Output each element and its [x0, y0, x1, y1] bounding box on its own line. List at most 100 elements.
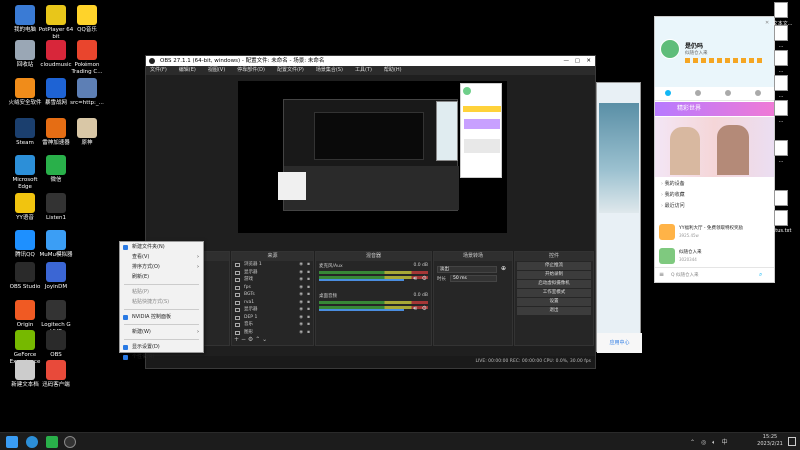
obs-menu-item[interactable]: 视图(V) — [208, 67, 225, 73]
obs-menu-item[interactable]: 工具(T) — [355, 67, 372, 73]
tab-messages-icon[interactable] — [665, 90, 671, 96]
transitions-dock[interactable]: 场景转场 淡出 ⊕ 时长 50 ms — [433, 251, 513, 346]
desktop-file-icon[interactable]: ... — [766, 140, 796, 164]
desktop-icon[interactable]: MuMu模拟器 — [36, 230, 76, 259]
obs-preview[interactable] — [238, 81, 507, 233]
taskbar-clock[interactable]: 15:25 2023/2/21 — [755, 434, 785, 448]
tray-chevron-icon[interactable]: ⌃ — [690, 439, 695, 446]
visibility-eye-icon[interactable]: ◉ — [299, 261, 303, 269]
context-menu-item[interactable]: 新建文件夹(N) — [120, 242, 203, 252]
duration-input[interactable]: 50 ms — [450, 275, 497, 282]
remove-source-icon[interactable]: − — [241, 336, 246, 343]
minimize-button[interactable]: — — [564, 56, 570, 66]
wechat-taskbar-icon[interactable] — [46, 436, 58, 448]
visibility-eye-icon[interactable]: ◉ — [299, 291, 303, 299]
visibility-eye-icon[interactable]: ◉ — [299, 321, 303, 329]
desktop-icon[interactable]: 迅码客户端 — [36, 360, 76, 389]
start-icon[interactable] — [6, 436, 18, 448]
control-button[interactable]: 设置 — [517, 298, 591, 306]
lock-icon[interactable]: ▪ — [307, 269, 310, 277]
desktop-icon[interactable]: 原神 — [67, 118, 107, 147]
desktop-icon[interactable]: JoyinDM — [36, 262, 76, 291]
desktop-file-icon[interactable]: ... — [766, 100, 796, 124]
visibility-eye-icon[interactable]: ◉ — [299, 314, 303, 322]
source-list[interactable]: 浏览器 1 ◉ ▪ 显示器 ◉ ▪ 游戏 ◉ ▪ fps ◉ ▪ BGTs ◉ ▪ rva1 ◉ ▪ 显示器 ◉ ▪ DE… — [232, 261, 313, 336]
context-menu-item[interactable]: NVIDIA 控制面板 — [120, 312, 203, 322]
lock-icon[interactable]: ▪ — [307, 314, 310, 322]
qq-group-item[interactable]: › 我的设备 — [661, 180, 685, 187]
context-menu-item[interactable]: 个性化(R) — [120, 352, 203, 362]
tab-groups-icon[interactable] — [725, 90, 731, 96]
speaker-icon[interactable]: 🔊︎ — [413, 305, 417, 313]
add-source-icon[interactable]: + — [234, 336, 239, 343]
desktop-context-menu[interactable]: 新建文件夹(N) 查看(V) › 排序方式(O) › 刷新(E) 粘贴(P) 粘贴快捷方式(S… — [119, 241, 204, 360]
control-button[interactable]: 启动虚拟摄像机 — [517, 280, 591, 288]
lock-icon[interactable]: ▪ — [307, 329, 310, 337]
tab-contacts-icon[interactable] — [695, 90, 701, 96]
notification-icon[interactable] — [788, 437, 796, 446]
context-menu-item[interactable]: 显示设置(D) — [120, 342, 203, 352]
desktop-icon[interactable]: 微信 — [36, 155, 76, 184]
source-item[interactable]: 音乐 ◉ ▪ — [232, 321, 313, 329]
visibility-eye-icon[interactable]: ◉ — [299, 276, 303, 284]
move-up-icon[interactable]: ⌃ — [255, 336, 260, 343]
tab-apps-icon[interactable] — [755, 90, 761, 96]
search-icon[interactable]: ⌕ — [759, 271, 762, 279]
obs-window[interactable]: OBS 27.1.1 (64-bit, windows) - 配置文件: 未命名… — [145, 55, 596, 369]
maximize-button[interactable]: ▢ — [575, 56, 580, 66]
desktop-file-icon[interactable]: ... — [766, 25, 796, 49]
source-item[interactable]: 显示器 ◉ ▪ — [232, 269, 313, 277]
obs-titlebar[interactable]: OBS 27.1.1 (64-bit, windows) - 配置文件: 未命名… — [146, 56, 595, 66]
qq-group-item[interactable]: › 最近访问 — [661, 202, 685, 209]
source-item[interactable]: DEP 1 ◉ ▪ — [232, 314, 313, 322]
context-menu-item[interactable]: 查看(V) › — [120, 252, 203, 262]
control-button[interactable]: 工作室模式 — [517, 289, 591, 297]
obs-taskbar-icon[interactable] — [64, 436, 76, 448]
lock-icon[interactable]: ▪ — [307, 261, 310, 269]
context-menu-item[interactable]: 排序方式(O) › — [120, 262, 203, 272]
speaker-icon[interactable]: 🔊︎ — [413, 275, 417, 283]
source-item[interactable]: 显示器 ◉ ▪ — [232, 306, 313, 314]
context-menu-item[interactable]: 新建(W) › — [120, 327, 203, 337]
qq-search-input[interactable]: Q 似随仓入来 — [671, 272, 698, 278]
visibility-eye-icon[interactable]: ◉ — [299, 284, 303, 292]
control-button[interactable]: 停止推流 — [517, 262, 591, 270]
visibility-eye-icon[interactable]: ◉ — [299, 299, 303, 307]
avatar[interactable] — [660, 39, 680, 59]
source-item[interactable]: rva1 ◉ ▪ — [232, 299, 313, 307]
source-item[interactable]: BGTs ◉ ▪ — [232, 291, 313, 299]
desktop-icon[interactable]: src=http:_... — [67, 78, 107, 107]
qq-signature[interactable]: 似随仓入来 — [685, 50, 708, 56]
volume-icon[interactable]: 🔈︎ — [712, 439, 716, 446]
qq-group-item[interactable]: › 我的收藏 — [661, 191, 685, 198]
move-down-icon[interactable]: ⌄ — [262, 336, 267, 343]
visibility-eye-icon[interactable]: ◉ — [299, 306, 303, 314]
menu-icon[interactable]: ≡ — [659, 271, 664, 278]
desktop-icon[interactable]: QQ音乐 — [67, 5, 107, 34]
volume-slider[interactable] — [319, 279, 404, 281]
lock-icon[interactable]: ▪ — [307, 291, 310, 299]
mixer-track-desktop[interactable]: 桌面音频 0.0 dB 🔊︎ ⚙ — [316, 291, 431, 321]
desktop-icon[interactable]: OBS — [36, 330, 76, 359]
mixer-track-mic[interactable]: 麦克风/Aux 0.0 dB 🔊︎ ⚙ — [316, 261, 431, 291]
source-settings-icon[interactable]: ⚙ — [248, 336, 253, 343]
qq-contact-item[interactable]: 似随仓入来 3020344 — [659, 246, 769, 268]
lock-icon[interactable]: ▪ — [307, 284, 310, 292]
gear-icon[interactable]: ⚙ — [422, 275, 427, 282]
obs-menu-item[interactable]: 配置文件(P) — [277, 67, 304, 73]
context-menu-item[interactable]: 刷新(E) — [120, 272, 203, 282]
mixer-dock[interactable]: 混音器 麦克风/Aux 0.0 dB 🔊︎ ⚙ 桌面音频 0.0 dB 🔊︎ ⚙ — [315, 251, 432, 346]
input-method[interactable]: 中 — [722, 439, 728, 446]
control-button[interactable]: 开始录制 — [517, 271, 591, 279]
edge-taskbar-icon[interactable] — [26, 436, 38, 448]
obs-menu-item[interactable]: 编辑(E) — [179, 67, 196, 73]
network-icon[interactable]: ◎ — [701, 439, 706, 446]
add-transition-icon[interactable]: ⊕ — [501, 265, 506, 272]
qq-contact-item[interactable]: YY福利大厅 - 免费领取特权奖励 3925.45w — [659, 222, 769, 244]
desktop-file-icon[interactable]: ...tus.txt — [766, 210, 796, 234]
visibility-eye-icon[interactable]: ◉ — [299, 269, 303, 277]
qq-main-panel[interactable]: 是仍吗 似随仓入来 ✕ 精彩世界 › 我的设备 › 我的收藏 › 最近访问 YY福利… — [654, 16, 775, 283]
video-window[interactable]: 应用中心 — [596, 82, 642, 353]
obs-menu-item[interactable]: 帮助(H) — [384, 67, 402, 73]
lock-icon[interactable]: ▪ — [307, 276, 310, 284]
